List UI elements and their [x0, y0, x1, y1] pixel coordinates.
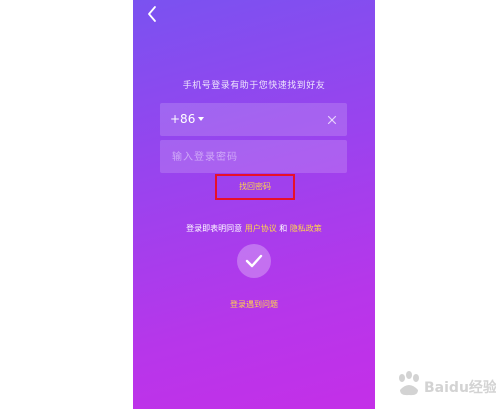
baidu-jingyan-watermark: Baidu经验 [399, 371, 496, 396]
chevron-left-icon [148, 6, 156, 22]
password-field [160, 140, 347, 173]
confirm-login-button[interactable] [237, 244, 271, 278]
annotation-highlight-box [215, 174, 295, 200]
user-agreement-link[interactable]: 用户协议 [245, 224, 277, 233]
password-input[interactable] [170, 146, 339, 168]
privacy-policy-link[interactable]: 隐私政策 [290, 224, 322, 233]
login-subtitle: 手机号登录有助于您快速找到好友 [182, 81, 326, 91]
checkmark-icon [245, 254, 263, 268]
caret-down-icon [198, 116, 205, 121]
clear-input-glyph [327, 115, 337, 125]
agreement-text: 登录即表明同意 用户协议 和 隐私政策 [133, 223, 375, 234]
close-icon[interactable] [325, 112, 339, 126]
country-code-selector[interactable]: +86 [170, 112, 205, 126]
phone-field: +86 [160, 103, 347, 136]
screenshot-stage: 手机号登录有助于您快速找到好友 +86 找回密码 登录即表明同意 用户协议 和 … [0, 0, 500, 409]
back-button[interactable] [143, 4, 163, 24]
agreement-connector: 和 [279, 224, 288, 233]
login-screen: 手机号登录有助于您快速找到好友 +86 找回密码 登录即表明同意 用户协议 和 … [133, 0, 375, 409]
phone-input[interactable] [216, 109, 320, 131]
agreement-prefix: 登录即表明同意 [186, 224, 243, 233]
watermark-text: Baidu经验 [424, 379, 496, 396]
login-problem-link[interactable]: 登录遇到问题 [133, 299, 375, 310]
country-code-label: +86 [170, 112, 196, 126]
